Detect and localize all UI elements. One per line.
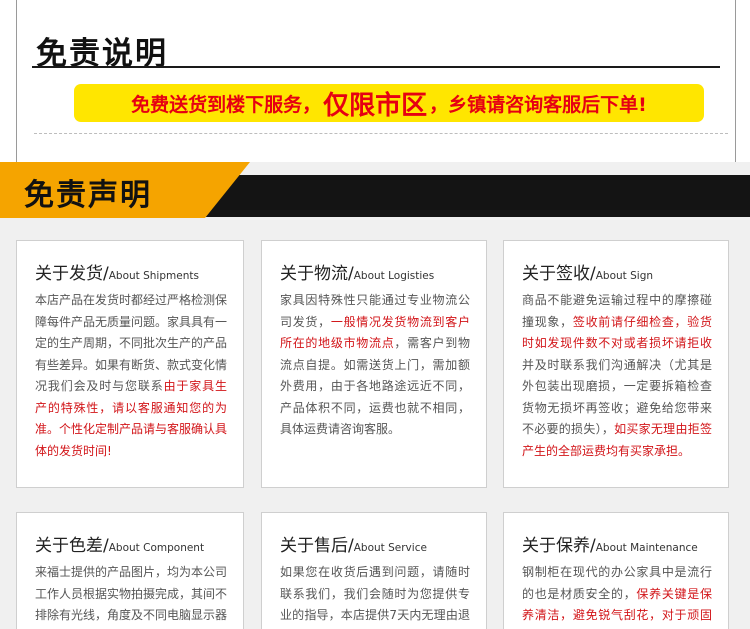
card-text: 如果您在收货后遇到问题，请随时联系我们，我们会随时为您提供专业的指导，本店提供7…	[280, 565, 470, 622]
card-body: 钢制柜在现代的办公家具中是流行的也是材质安全的，保养关键是保养清洁，避免锐气刮花…	[522, 562, 712, 629]
card-heading-en: About Maintenance	[595, 542, 698, 554]
card-heading-en: About Sign	[595, 270, 654, 282]
card-heading-cn: 关于色差	[35, 536, 103, 556]
card-heading-cn: 关于签收	[522, 264, 590, 284]
card-heading-en: About Shipments	[108, 270, 199, 282]
card-body: 本店产品在发货时都经过严格检测保障每件产品无质量问题。家具具有一定的生产周期，不…	[35, 290, 227, 462]
banner-text-2: ，乡镇请咨询客服后下单!	[429, 93, 647, 116]
dashed-divider	[34, 133, 728, 134]
card-maintenance: 关于保养/About Maintenance 钢制柜在现代的办公家具中是流行的也…	[503, 512, 729, 629]
card-heading-en: About Service	[353, 542, 427, 554]
card-service: 关于售后/About Service 如果您在收货后遇到问题，请随时联系我们，我…	[261, 512, 487, 629]
card-logistics: 关于物流/About Logisties 家具因特殊性只能通过专业物流公司发货，…	[261, 240, 487, 488]
card-heading-cn: 关于发货	[35, 264, 103, 284]
disclaimer-title-rule	[32, 66, 720, 68]
card-body: 如果您在收货后遇到问题，请随时联系我们，我们会随时为您提供专业的指导，本店提供7…	[280, 562, 470, 629]
card-text: ，需客户到物流点自提。如需送货上门，需加额外费用，由于各地路途远近不同，产品体积…	[280, 336, 470, 436]
card-heading-cn: 关于保养	[522, 536, 590, 556]
card-heading-en: About Component	[108, 542, 205, 554]
card-text: 来福士提供的产品图片，均为本公司工作人员根据实物拍摄完成，其间不排除有光线，角度…	[35, 565, 228, 622]
card-heading: 关于签收/About Sign	[522, 264, 654, 284]
disclaimer-frame	[16, 0, 736, 162]
card-heading-cn: 关于售后	[280, 536, 348, 556]
banner-text-1: 免费送货到楼下服务，	[131, 93, 322, 116]
card-body: 家具因特殊性只能通过专业物流公司发货，一般情况发货物流到客户所在的地级市物流点，…	[280, 290, 470, 441]
card-body: 来福士提供的产品图片，均为本公司工作人员根据实物拍摄完成，其间不排除有光线，角度…	[35, 562, 227, 629]
card-heading: 关于物流/About Logisties	[280, 264, 435, 284]
card-heading-en: About Logisties	[353, 270, 435, 282]
card-sign: 关于签收/About Sign 商品不能避免运输过程中的摩擦碰撞现象，签收前请仔…	[503, 240, 729, 488]
card-body: 商品不能避免运输过程中的摩擦碰撞现象，签收前请仔细检查，验货时如发现件数不对或者…	[522, 290, 712, 462]
card-heading: 关于保养/About Maintenance	[522, 536, 698, 556]
header-title: 免责声明	[24, 178, 152, 213]
card-heading: 关于色差/About Component	[35, 536, 205, 556]
free-delivery-banner: 免费送货到楼下服务， 仅限市区 ，乡镇请咨询客服后下单!	[74, 84, 704, 122]
banner-text-highlight: 仅限市区	[323, 90, 428, 121]
card-shipments: 关于发货/About Shipments 本店产品在发货时都经过严格检测保障每件…	[16, 240, 244, 488]
card-component: 关于色差/About Component 来福士提供的产品图片，均为本公司工作人…	[16, 512, 244, 629]
card-heading: 关于发货/About Shipments	[35, 264, 199, 284]
card-heading-cn: 关于物流	[280, 264, 348, 284]
card-heading: 关于售后/About Service	[280, 536, 427, 556]
card-text: 本店产品在发货时都经过严格检测保障每件产品无质量问题。家具具有一定的生产周期，不…	[35, 293, 228, 393]
